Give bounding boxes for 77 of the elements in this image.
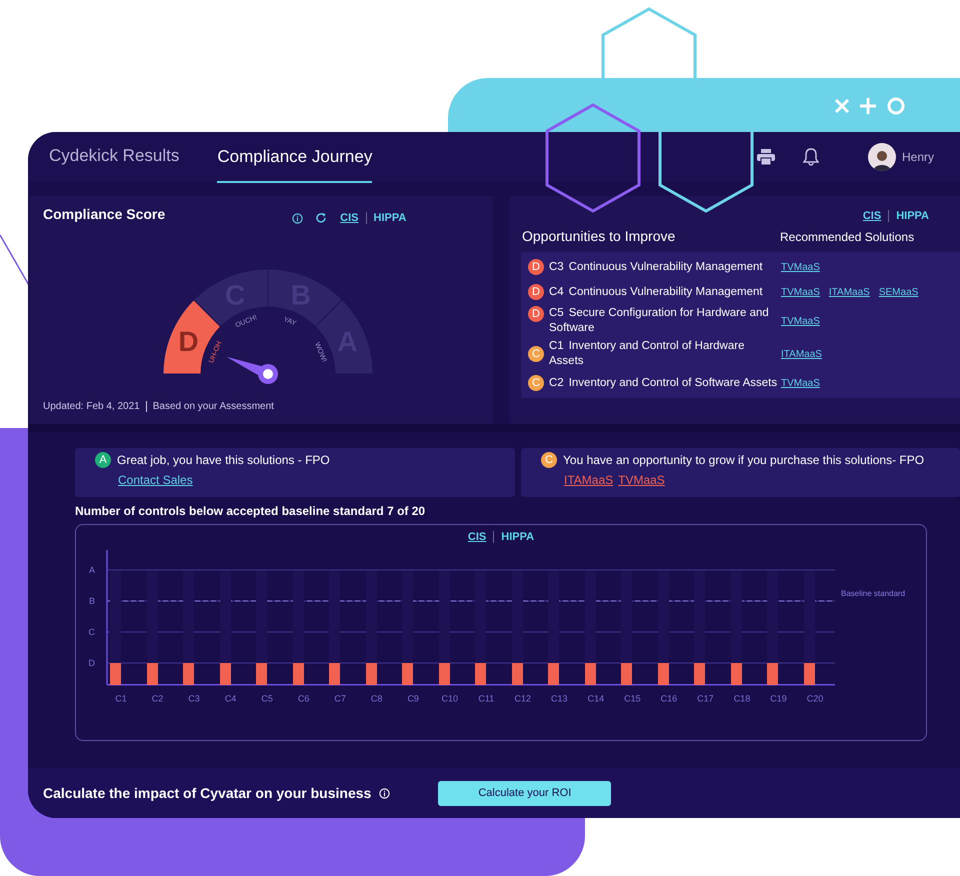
panel-title: Compliance Score (43, 206, 166, 222)
tab[interactable]: Cydekick Results (49, 132, 180, 182)
grade-badge: D (528, 284, 544, 300)
standard-tab[interactable]: HIPPA (493, 531, 542, 543)
assessment-note: Based on your Assessment (152, 401, 274, 412)
avatar[interactable] (868, 143, 896, 171)
axis-label: B (88, 596, 95, 606)
control-name: C4 Continuous Vulnerability Management (549, 284, 764, 300)
axis-label: C8 (370, 694, 382, 704)
axis-label: C (88, 627, 95, 637)
notice-link[interactable]: TVMaaS (618, 473, 665, 487)
roi-button[interactable]: Calculate your ROI (438, 780, 612, 806)
control-name: C1 Inventory and Control of Hardware Assets (549, 339, 746, 369)
baseline-summary: Number of controls below accepted baseline standard 7 of 20 (75, 504, 426, 518)
control-name: C5 Secure Configuration for Hardware and Software (549, 306, 770, 336)
circle-icon (888, 98, 904, 114)
grade-badge: C (541, 452, 557, 468)
standard-tab[interactable]: HIPPA (366, 212, 414, 224)
notice-message: Great job, you have this solutions - FPO (117, 453, 330, 467)
axis-label: C19 (770, 694, 787, 704)
solution-link[interactable]: TVMaaS (781, 316, 820, 326)
control-name: C2 Inventory and Control of Software Assets (549, 376, 778, 390)
axis-label: C12 (514, 694, 532, 704)
control-name: C3 Continuous Vulnerability Management (549, 260, 764, 274)
standard-tab[interactable]: HIPPA (888, 210, 936, 222)
bell-icon[interactable] (802, 148, 820, 166)
axis-label: C9 (407, 694, 419, 704)
axis-label: C5 (261, 694, 273, 704)
grade-badge: D (528, 306, 544, 322)
axis-label: C18 (734, 694, 750, 704)
solution-link[interactable]: TVMaaS (781, 262, 820, 272)
solution-link[interactable]: ITAMaaS (781, 348, 822, 360)
axis-label: C15 (624, 694, 641, 704)
axis-label: C16 (660, 694, 678, 704)
column-heading: Recommended Solutions (780, 230, 916, 244)
baseline-label: Baseline standard (841, 589, 906, 598)
axis-label: C4 (224, 694, 236, 704)
solution-link[interactable]: ITAMaaS (828, 286, 870, 298)
refresh-icon[interactable] (315, 212, 328, 224)
notice-link[interactable]: ITAMaaS (564, 473, 614, 487)
gauge-needle (226, 356, 278, 384)
axis-label: C10 (441, 694, 458, 704)
solution-link[interactable]: TVMaaS (781, 378, 820, 388)
solution-link[interactable]: TVMaaS (781, 286, 820, 298)
notice-message: You have an opportunity to grow if you purchase this solutions- FPO (563, 453, 924, 467)
axis-label: C6 (298, 694, 310, 704)
printer-icon[interactable] (756, 149, 775, 165)
axis-label: D (88, 658, 95, 668)
plus-icon (858, 96, 878, 116)
tab[interactable]: Compliance Journey (217, 132, 372, 183)
axis-label: C20 (806, 694, 824, 704)
axis-label: C17 (697, 694, 714, 704)
grade-badge: C (528, 346, 544, 362)
user-menu[interactable]: Henry (900, 150, 942, 164)
x-icon (834, 98, 850, 114)
axis-label: C3 (188, 694, 200, 704)
grade-badge: D (528, 259, 544, 275)
axis-label: A (88, 565, 95, 575)
grade-badge: C (528, 375, 544, 391)
axis-label: C14 (588, 694, 604, 704)
axis-label: C1 (115, 694, 127, 704)
axis-label: C11 (478, 694, 494, 704)
section-title: Opportunities to Improve (522, 228, 676, 244)
standard-tab[interactable]: CIS (856, 210, 888, 222)
gauge-grade: D (178, 326, 199, 358)
grade-badge: A (95, 452, 111, 468)
standard-tab[interactable]: CIS (333, 212, 366, 224)
axis-label: C7 (334, 694, 346, 704)
standard-tab[interactable]: CIS (460, 531, 494, 543)
notice-link[interactable]: Contact Sales (118, 473, 193, 487)
updated-date: Updated: Feb 4, 2021 (43, 401, 140, 412)
axis-label: C13 (551, 694, 568, 704)
axis-label: C2 (152, 694, 164, 704)
info-icon[interactable] (292, 212, 304, 224)
roi-prompt: Calculate the impact of Cyvatar on your business (43, 785, 372, 801)
solution-link[interactable]: SEMaaS (878, 286, 918, 298)
divider (146, 401, 147, 412)
